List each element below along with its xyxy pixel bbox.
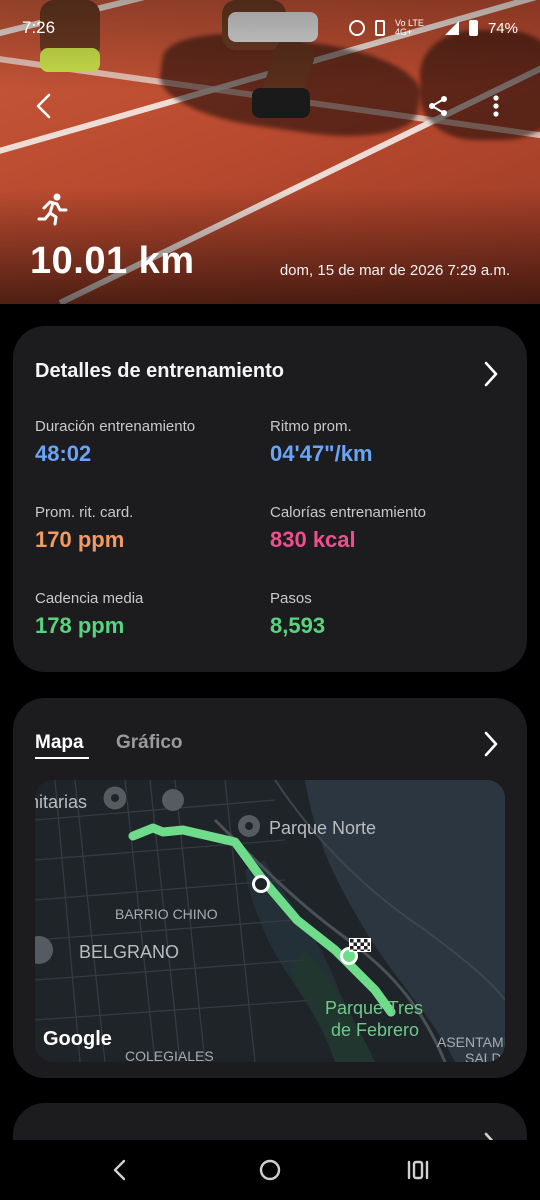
workout-details-card[interactable]: Detalles de entrenamiento Duración entre… <box>13 326 527 672</box>
metric-value: 48:02 <box>35 441 92 466</box>
metric-calories: Calorías entrenamiento 830 kcal <box>270 504 426 553</box>
vibrate-icon <box>374 20 385 36</box>
metric-steps: Pasos 8,593 <box>270 590 325 639</box>
tab-map[interactable]: Mapa <box>35 732 84 754</box>
chevron-right-icon[interactable] <box>481 730 501 758</box>
metric-duration: Duración entrenamiento 48:02 <box>35 418 195 467</box>
system-nav-bar <box>0 1140 540 1200</box>
metric-pace: Ritmo prom. 04'47"/km <box>270 418 373 467</box>
map-label: nitarias <box>35 792 88 812</box>
metric-label: Prom. rit. card. <box>35 504 134 521</box>
metric-value: 830 kcal <box>270 527 356 552</box>
nav-back-icon[interactable] <box>100 1154 140 1186</box>
route-waypoint-icon <box>252 875 270 893</box>
metric-cadence: Cadencia media 178 ppm <box>35 590 143 639</box>
back-arrow-icon[interactable] <box>24 86 64 126</box>
metric-label: Cadencia media <box>35 590 144 607</box>
map-label: BELGRANO <box>79 942 180 962</box>
route-map[interactable]: nitarias Parque Norte BARRIO CHINO BELGR… <box>35 780 505 1062</box>
metric-label: Ritmo prom. <box>270 418 352 435</box>
map-label: COLEGIALES <box>125 1048 214 1062</box>
metric-value: 04'47"/km <box>270 441 373 466</box>
metric-value: 170 ppm <box>35 527 125 552</box>
map-label: ASENTAMI <box>437 1034 505 1050</box>
metric-value: 178 ppm <box>35 613 125 638</box>
nav-home-icon[interactable] <box>250 1154 290 1186</box>
chevron-right-icon[interactable] <box>481 360 501 388</box>
alarm-icon <box>348 20 365 36</box>
running-icon <box>36 192 70 226</box>
metric-heart-rate: Prom. rit. card. 170 ppm <box>35 504 133 553</box>
tab-chart[interactable]: Gráfico <box>116 732 183 754</box>
map-label: Parque Tres <box>325 998 424 1018</box>
nav-recents-icon[interactable] <box>398 1154 438 1186</box>
details-title: Detalles de entrenamiento <box>35 360 284 382</box>
metric-label: Duración entrenamiento <box>35 418 196 435</box>
map-label: de Febrero <box>331 1020 420 1040</box>
network-label: Vo LTE 4G+ <box>394 18 424 37</box>
map-label: Parque Norte <box>269 818 377 838</box>
battery-percent: 74% <box>487 19 518 37</box>
google-attribution: Google <box>43 1028 112 1050</box>
battery-icon <box>468 20 478 36</box>
workout-datetime: dom, 15 de mar de 2026 7:29 a.m. <box>279 262 510 279</box>
more-options-icon[interactable] <box>476 86 516 126</box>
workout-distance: 10.01 km <box>30 240 195 282</box>
metric-label: Pasos <box>270 590 312 607</box>
status-bar: 7:26 Vo LTE 4G+ 74% <box>0 0 540 56</box>
share-icon[interactable] <box>418 86 458 126</box>
map-label: BARRIO CHINO <box>115 906 218 922</box>
status-time: 7:26 <box>22 18 56 37</box>
metric-value: 8,593 <box>270 613 326 638</box>
tab-map-indicator <box>35 757 89 759</box>
signal-icon <box>444 21 459 35</box>
map-label: SALDÍ <box>465 1050 505 1062</box>
map-card: Mapa Gráfico itarias Parque Norte BARRIO… <box>13 698 527 1078</box>
finish-flag-icon <box>349 938 371 952</box>
metric-label: Calorías entrenamiento <box>270 504 426 521</box>
